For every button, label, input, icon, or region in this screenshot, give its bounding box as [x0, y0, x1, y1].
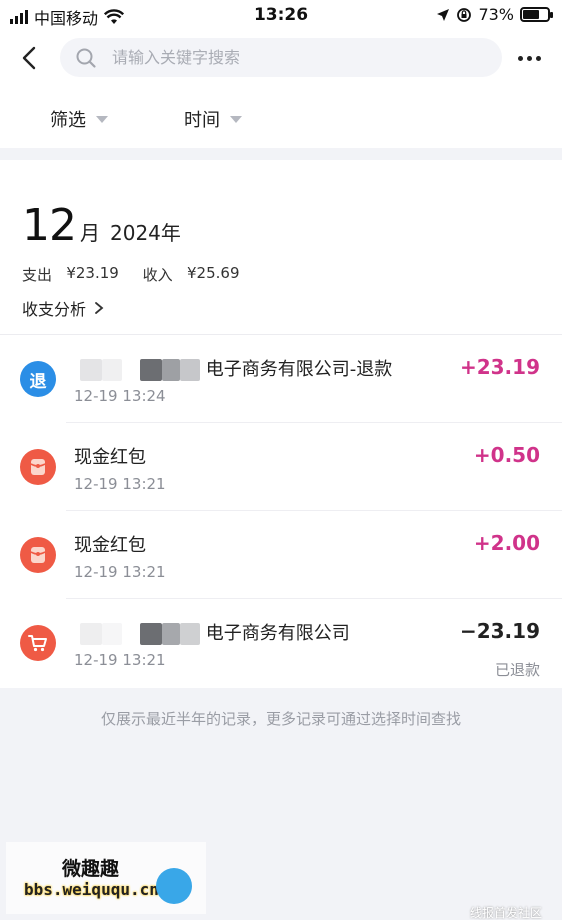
transaction-title: 现金红包 [74, 535, 146, 556]
month-number: 12 [22, 200, 77, 251]
transaction-time: 12-19 13:24 [74, 387, 166, 405]
redacted-block [122, 623, 140, 645]
caret-down-icon [96, 115, 108, 123]
transaction-title: 电子商务有限公司-退款 [205, 359, 393, 380]
expense-label: 支出 [22, 266, 53, 284]
filter-label: 筛选 [50, 110, 86, 131]
search-bar[interactable] [60, 38, 502, 77]
watermark-url: bbs.weiququ.cn [24, 880, 159, 899]
chevron-right-icon [95, 302, 104, 314]
watermark-corner: 线报首发社区 [469, 906, 542, 920]
transaction-time: 12-19 13:21 [74, 651, 166, 669]
refund-icon: 退 [20, 361, 56, 397]
orientation-lock-icon [457, 7, 472, 22]
refund-icon-glyph: 退 [29, 371, 47, 392]
search-input[interactable] [112, 48, 452, 67]
transaction-row[interactable]: 退 电子商务有限公司-退款 12-19 13:24 +23.19 [0, 335, 562, 423]
transaction-row[interactable]: 电子商务有限公司 12-19 13:21 −23.19 已退款 [0, 599, 562, 687]
mascot-icon [156, 868, 192, 904]
refunded-status: 已退款 [494, 661, 540, 679]
redacted-block [140, 623, 162, 645]
time-dropdown[interactable]: 时间 [184, 106, 242, 132]
month-header[interactable]: 12 月 2024年 [22, 200, 181, 251]
transaction-amount: +0.50 [473, 443, 540, 467]
transaction-time: 12-19 13:21 [74, 475, 166, 493]
transaction-title-row: 电子商务有限公司-退款 [74, 355, 392, 381]
redacted-block [122, 359, 140, 381]
history-range-note: 仅展示最近半年的记录，更多记录可通过选择时间查找 [100, 710, 461, 728]
filter-bar: 筛选 时间 [0, 86, 562, 148]
caret-down-icon [230, 115, 242, 123]
income-expense-analysis-link[interactable]: 收支分析 [22, 296, 104, 320]
transaction-title-row: 电子商务有限公司 [74, 619, 350, 645]
red-packet-icon [20, 449, 56, 485]
redacted-block [180, 359, 200, 381]
redacted-block [140, 359, 162, 381]
redacted-block [162, 359, 180, 381]
monthly-totals: 支出 ¥23.19 收入 ¥25.69 [22, 264, 240, 285]
watermark: 微趣趣 bbs.weiququ.cn [6, 842, 206, 914]
location-arrow-icon [437, 8, 450, 21]
search-icon [76, 48, 96, 68]
redacted-block [102, 359, 122, 381]
transaction-amount: +23.19 [459, 355, 540, 379]
redacted-block [180, 623, 200, 645]
transaction-amount: −23.19 [459, 619, 540, 643]
transaction-amount: +2.00 [473, 531, 540, 555]
more-options-button[interactable] [518, 48, 542, 68]
income-amount: ¥25.69 [187, 264, 240, 282]
bill-card: 12 月 2024年 支出 ¥23.19 收入 ¥25.69 收支分析 退 电子… [0, 160, 562, 688]
transaction-title: 现金红包 [74, 447, 146, 468]
battery-percent: 73% [478, 5, 514, 24]
filter-dropdown[interactable]: 筛选 [50, 106, 108, 132]
redacted-block [80, 623, 102, 645]
transaction-row[interactable]: 现金红包 12-19 13:21 +2.00 [0, 511, 562, 599]
status-bar: 中国移动 13:26 73% [0, 0, 562, 30]
watermark-title: 微趣趣 [62, 858, 120, 880]
time-filter-label: 时间 [184, 110, 220, 131]
battery-icon [520, 7, 553, 22]
transaction-row[interactable]: 现金红包 12-19 13:21 +0.50 [0, 423, 562, 511]
expense-amount: ¥23.19 [66, 264, 119, 282]
month-unit: 月 [80, 221, 100, 245]
redacted-block [162, 623, 180, 645]
nav-bar [0, 30, 562, 86]
back-icon[interactable] [18, 44, 42, 72]
analysis-label: 收支分析 [22, 300, 87, 319]
red-packet-icon [20, 537, 56, 573]
transaction-time: 12-19 13:21 [74, 563, 166, 581]
redacted-block [102, 623, 122, 645]
shopping-cart-icon [20, 625, 56, 661]
year-label: 2024年 [110, 221, 181, 245]
redacted-block [80, 359, 102, 381]
status-right: 73% [436, 5, 553, 24]
transaction-title: 电子商务有限公司 [205, 623, 350, 644]
income-label: 收入 [142, 266, 173, 284]
